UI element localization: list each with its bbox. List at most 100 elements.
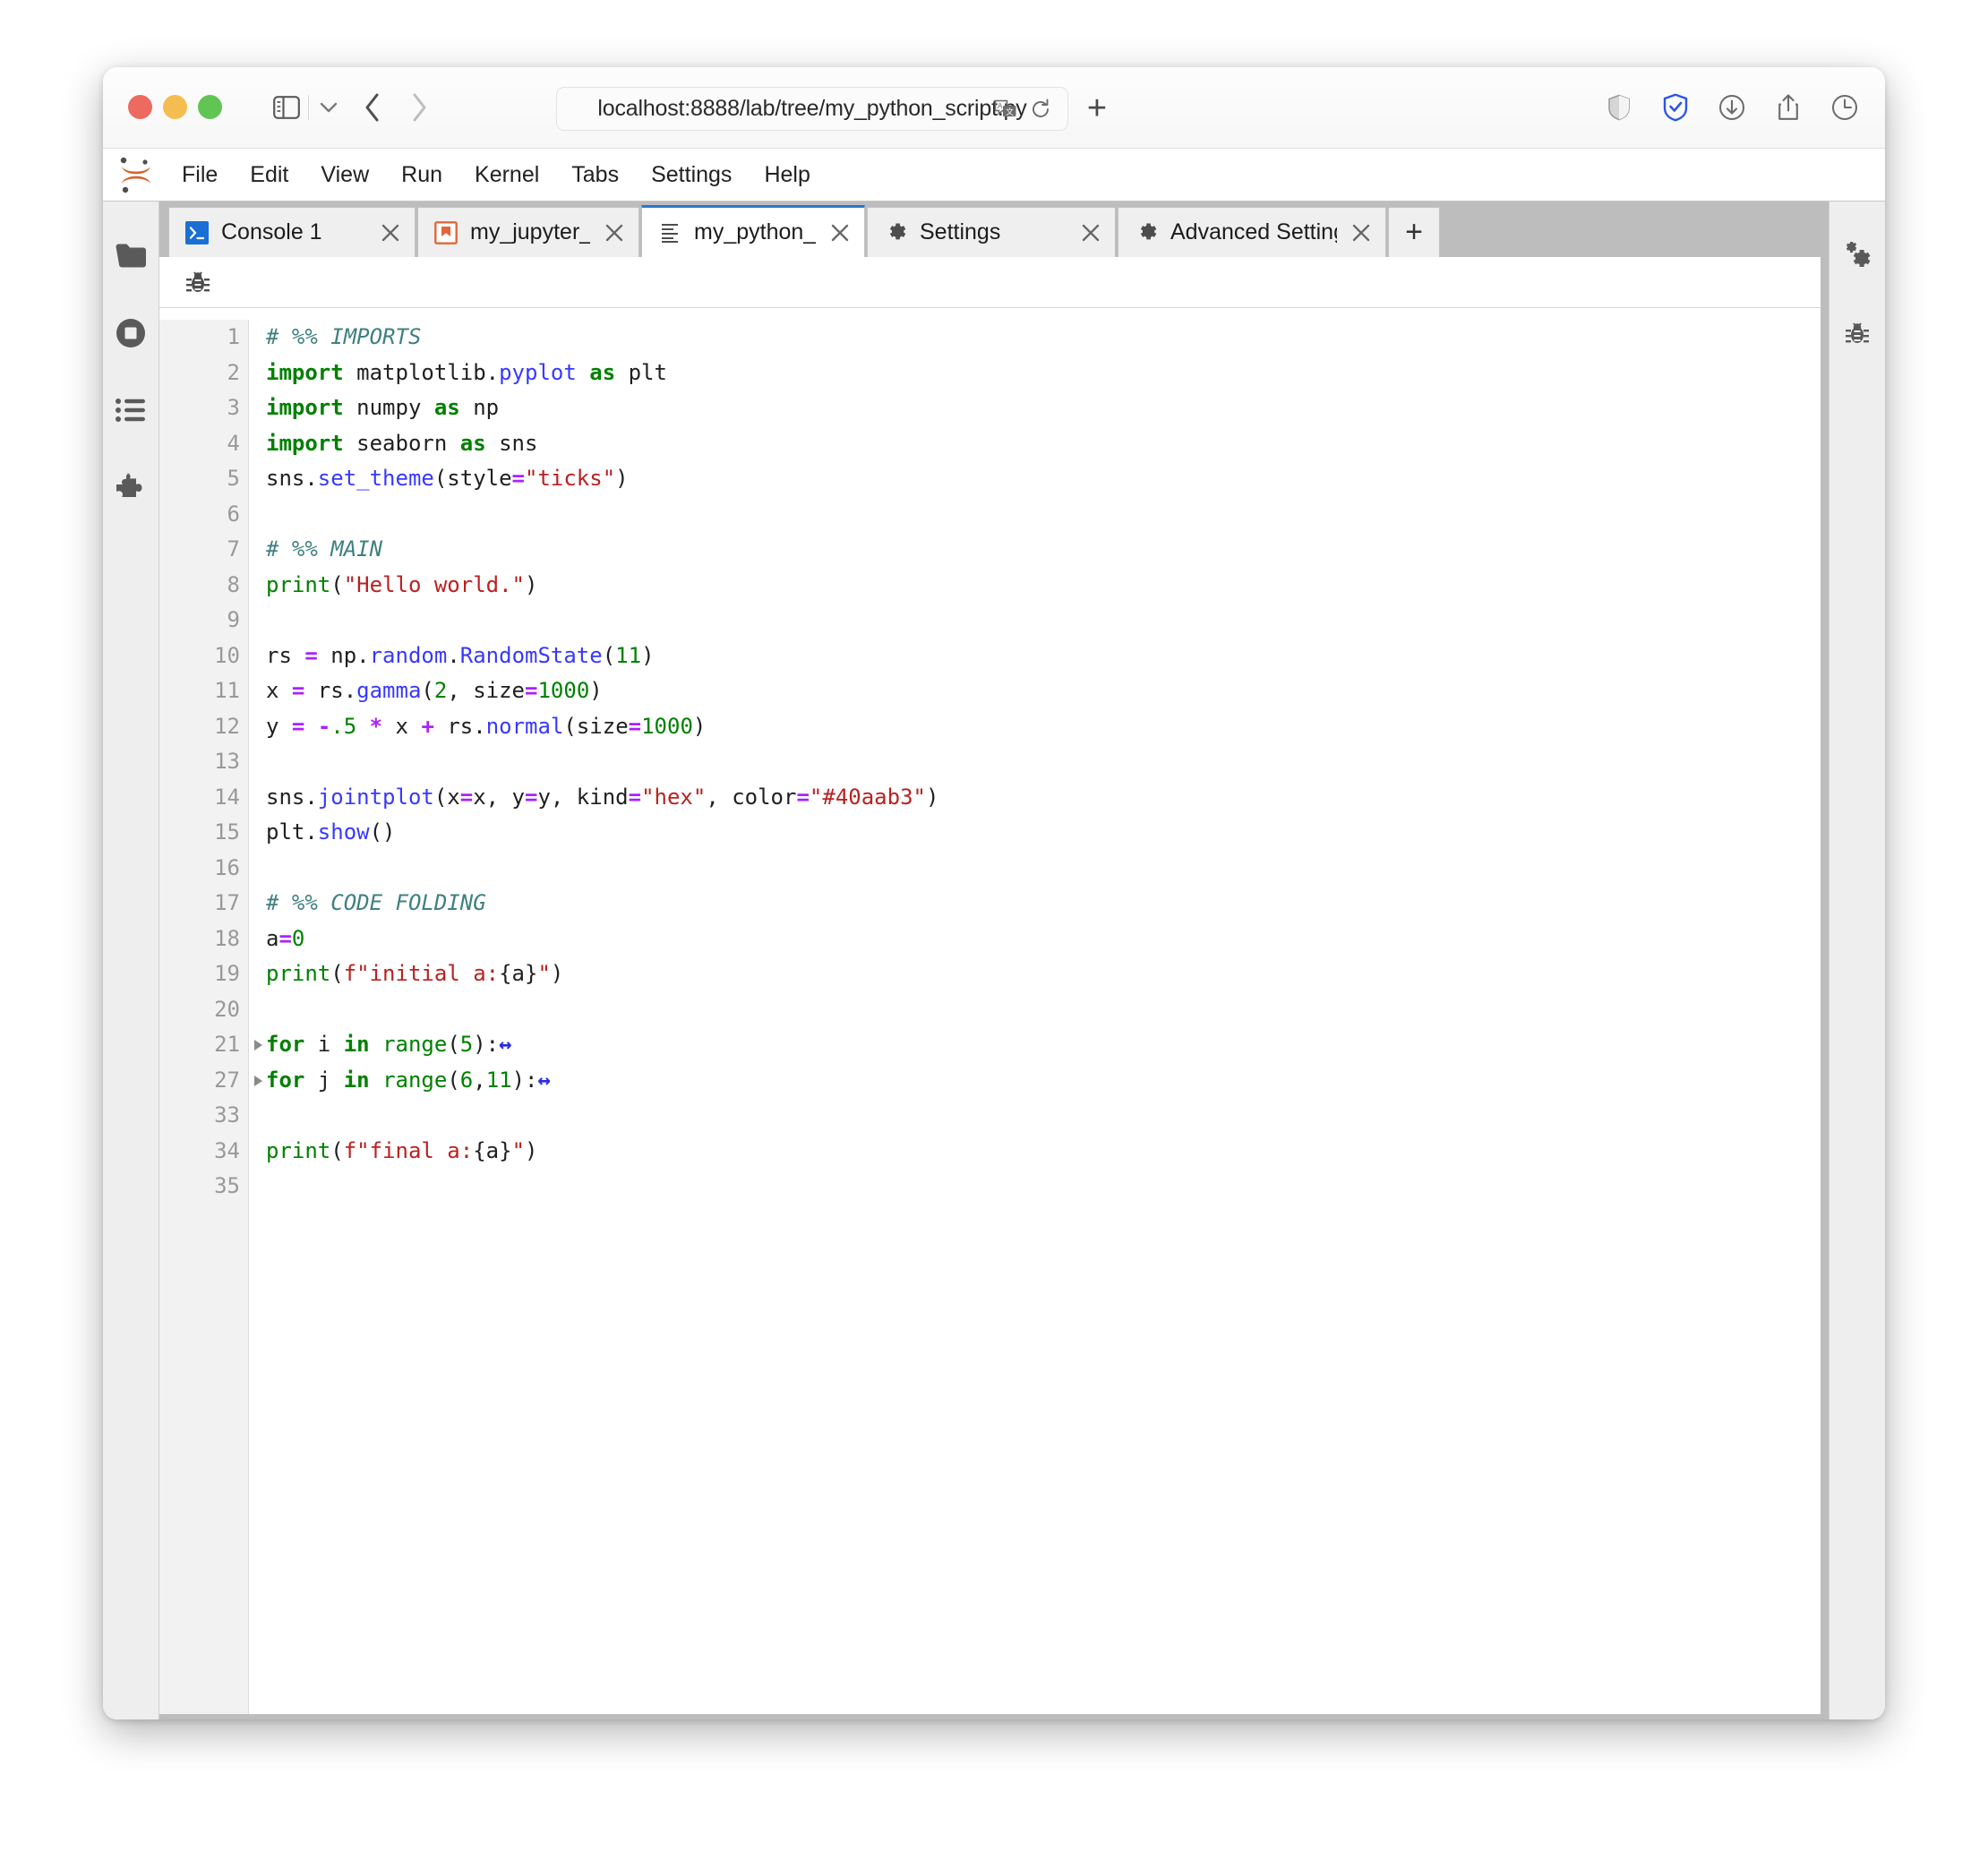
line-number: 33 xyxy=(214,1102,240,1127)
window-minimize-button[interactable] xyxy=(163,95,187,119)
menu-settings[interactable]: Settings xyxy=(635,157,748,193)
code-line[interactable]: x = rs.gamma(2, size=1000) xyxy=(266,673,1821,709)
tab-close-icon[interactable] xyxy=(379,221,402,244)
dock-tab-bar: Console 1 my_jupyter_scrip xyxy=(159,201,1829,257)
tab-settings[interactable]: Settings xyxy=(867,207,1116,257)
tab-close-icon[interactable] xyxy=(828,221,852,244)
code-line[interactable]: y = -.5 * x + rs.normal(size=1000) xyxy=(266,709,1821,745)
code-token: (style xyxy=(433,466,512,491)
tab-console-1[interactable]: Console 1 xyxy=(168,207,416,257)
code-token: range xyxy=(382,1032,448,1057)
code-token: + xyxy=(421,713,434,739)
editor-container: 1 2 3 4 5 6 7 8 9 10 11 12 13 14 15 16 17 18 19 20 21 27 33 34 3… xyxy=(159,257,1829,1719)
code-line[interactable]: sns.set_theme(style="ticks") xyxy=(266,461,1821,497)
add-tab-button[interactable]: + xyxy=(1388,207,1440,257)
fold-arrow-icon[interactable] xyxy=(254,1040,262,1050)
line-number: 34 xyxy=(214,1137,240,1163)
sidebar-toggle-icon[interactable] xyxy=(266,87,307,128)
code-line[interactable]: print(f"initial a:{a}") xyxy=(266,956,1821,992)
menu-edit[interactable]: Edit xyxy=(234,157,304,193)
back-chevron-icon[interactable] xyxy=(352,87,393,128)
code-line[interactable]: a=0 xyxy=(266,922,1821,957)
code-line[interactable] xyxy=(266,992,1821,1028)
code-token: rs xyxy=(266,642,305,668)
code-line[interactable] xyxy=(266,497,1821,533)
code-line[interactable]: # %% CODE FOLDING xyxy=(266,886,1821,922)
fold-arrow-icon[interactable] xyxy=(254,1075,262,1086)
line-number: 18 xyxy=(214,925,240,951)
right-sidebar-rail xyxy=(1829,201,1885,1719)
code-token: ) xyxy=(692,713,707,739)
menu-tabs[interactable]: Tabs xyxy=(555,157,635,193)
new-tab-button[interactable]: + xyxy=(1079,90,1115,126)
menu-run[interactable]: Run xyxy=(385,157,458,193)
line-number: 13 xyxy=(214,749,240,774)
code-token: ( xyxy=(447,1032,460,1057)
line-number: 9 xyxy=(227,607,240,632)
code-token: as xyxy=(459,430,486,456)
running-sessions-icon[interactable] xyxy=(103,295,159,372)
tab-advanced-settings[interactable]: Advanced Setting xyxy=(1118,207,1386,257)
code-line[interactable]: plt.show() xyxy=(266,815,1821,851)
menu-help[interactable]: Help xyxy=(748,157,826,193)
forward-chevron-icon[interactable] xyxy=(398,87,440,128)
code-line[interactable] xyxy=(266,851,1821,887)
code-token: np xyxy=(459,395,500,420)
tab-my-jupyter-script[interactable]: my_jupyter_scrip xyxy=(417,207,639,257)
file-browser-icon[interactable] xyxy=(103,218,159,295)
code-token: ( xyxy=(330,961,344,986)
code-editor[interactable]: 1 2 3 4 5 6 7 8 9 10 11 12 13 14 15 16 17 18 19 20 21 27 33 34 3… xyxy=(159,308,1821,1714)
code-token: plt xyxy=(615,359,667,385)
shield-half-icon[interactable] xyxy=(1598,87,1640,128)
line-number: 6 xyxy=(227,501,240,527)
menu-kernel[interactable]: Kernel xyxy=(458,157,555,193)
extension-manager-icon[interactable] xyxy=(103,449,159,526)
code-line[interactable]: # %% MAIN xyxy=(266,532,1821,568)
line-number: 27 xyxy=(159,1063,262,1099)
code-line[interactable]: # %% IMPORTS xyxy=(266,320,1821,356)
reload-icon[interactable] xyxy=(1030,99,1051,124)
code-token: import xyxy=(266,430,344,456)
code-line[interactable]: import seaborn as sns xyxy=(266,426,1821,462)
bug-icon[interactable] xyxy=(179,263,217,301)
code-line[interactable] xyxy=(266,1098,1821,1134)
share-icon[interactable] xyxy=(1768,87,1809,128)
window-close-button[interactable] xyxy=(128,95,152,119)
menu-view[interactable]: View xyxy=(304,157,385,193)
code-line[interactable]: print(f"final a:{a}") xyxy=(266,1134,1821,1170)
code-line[interactable] xyxy=(266,744,1821,780)
code-line[interactable]: for j in range(6,11):↔ xyxy=(266,1063,1821,1099)
line-number: 21 xyxy=(159,1027,262,1063)
code-token: = xyxy=(525,678,538,703)
browser-toolbar-right xyxy=(1598,87,1865,128)
code-line[interactable] xyxy=(266,603,1821,639)
address-bar[interactable]: localhost:8888/lab/tree/my_python_script… xyxy=(556,87,1068,131)
window-zoom-button[interactable] xyxy=(198,95,222,119)
line-number: 4 xyxy=(227,430,240,456)
property-inspector-icon[interactable] xyxy=(1829,218,1885,295)
chevron-down-icon[interactable] xyxy=(311,87,347,128)
code-line[interactable]: for i in range(5):↔ xyxy=(266,1027,1821,1063)
translate-icon[interactable]: A 文 xyxy=(994,99,1017,124)
tab-close-icon[interactable] xyxy=(1350,221,1373,244)
tab-my-python-script[interactable]: my_python_scrip xyxy=(641,205,865,257)
code-line[interactable]: import numpy as np xyxy=(266,390,1821,426)
code-token: y, kind xyxy=(537,784,629,810)
download-icon[interactable] xyxy=(1711,87,1752,128)
code-token: - xyxy=(317,713,331,739)
tab-close-icon[interactable] xyxy=(1079,221,1102,244)
code-token: f"initial a: xyxy=(343,961,500,986)
code-line[interactable]: print("Hello world.") xyxy=(266,568,1821,604)
commands-list-icon[interactable] xyxy=(103,372,159,449)
code-line[interactable]: import matplotlib.pyplot as plt xyxy=(266,356,1821,391)
tab-close-icon[interactable] xyxy=(603,221,626,244)
clock-icon[interactable] xyxy=(1824,87,1865,128)
code-line[interactable]: sns.jointplot(x=x, y=y, kind="hex", colo… xyxy=(266,780,1821,816)
shield-check-icon[interactable] xyxy=(1655,87,1696,128)
menu-file[interactable]: File xyxy=(166,157,234,193)
code-content[interactable]: # %% IMPORTS import matplotlib.pyplot as … xyxy=(249,320,1821,1714)
code-line[interactable] xyxy=(266,1169,1821,1205)
debugger-icon[interactable] xyxy=(1829,295,1885,372)
code-line[interactable]: rs = np.random.RandomState(11) xyxy=(266,639,1821,674)
